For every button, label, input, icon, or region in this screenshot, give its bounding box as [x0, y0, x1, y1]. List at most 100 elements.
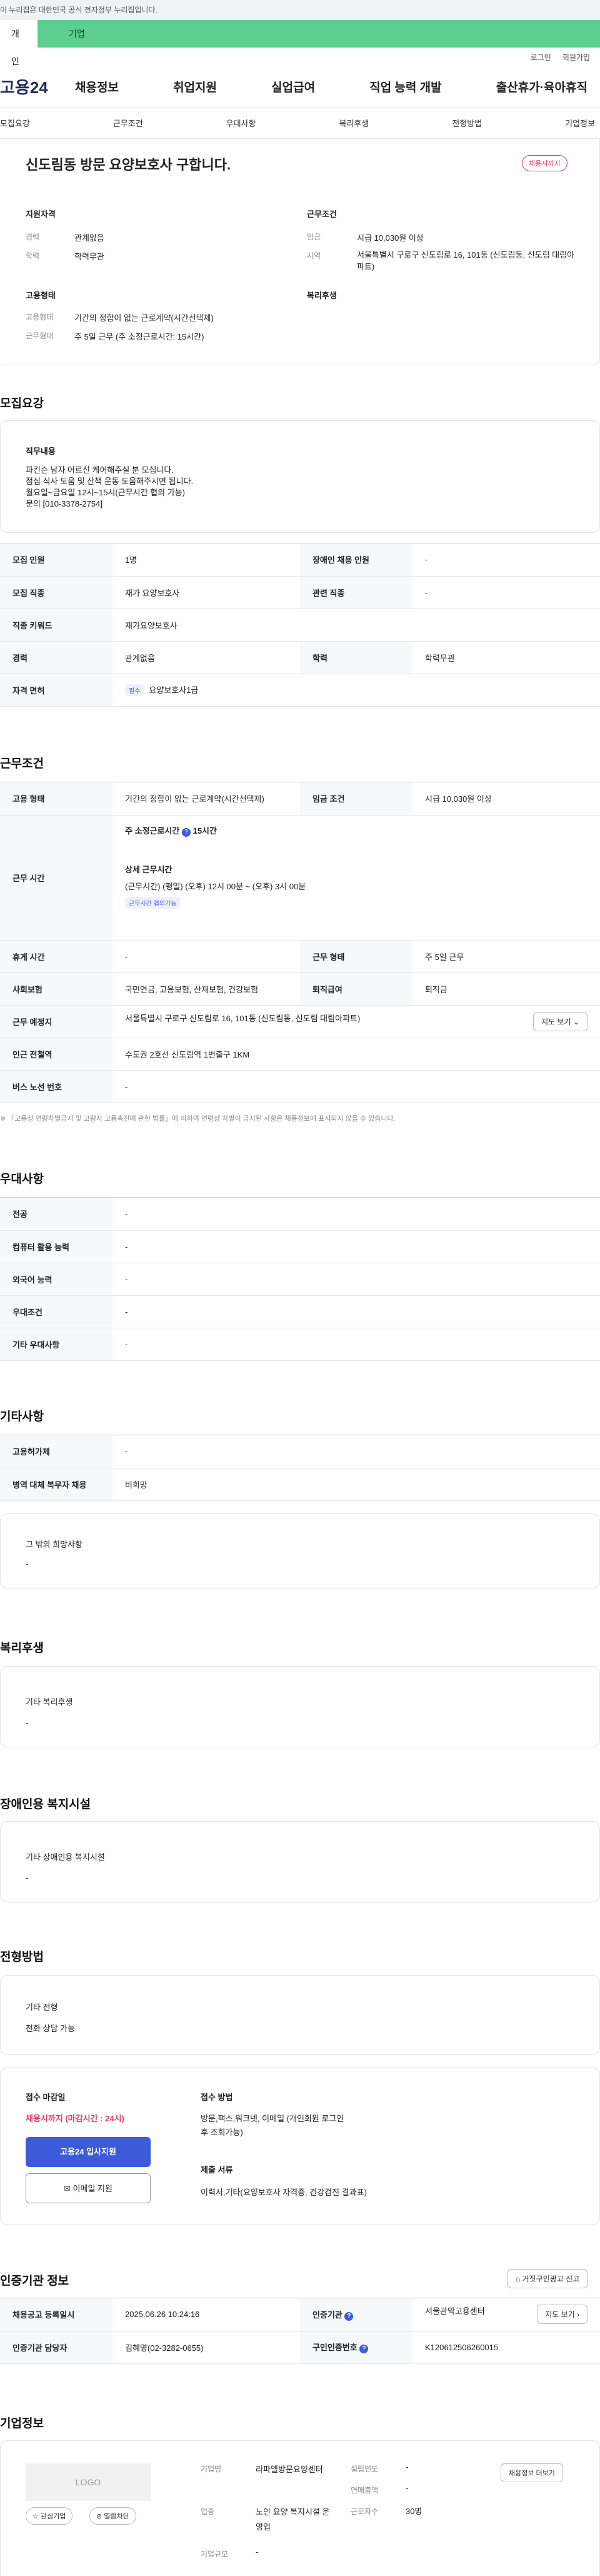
pref-title: 우대사항 — [0, 1173, 44, 1186]
company-title: 기업정보 — [0, 2417, 44, 2430]
tab-personal[interactable]: 개인 — [0, 20, 38, 66]
cell-label: 학력 — [300, 641, 412, 674]
chevron-down-icon: ⌄ — [572, 1017, 579, 1026]
cell-value: 시급 10,030원 이상 — [412, 782, 600, 816]
subnav-company[interactable]: 기업정보 — [565, 117, 595, 129]
age-note: ※ 『고용상 연령차별금지 및 고령자 고용촉진에 관한 법률』에 의하여 연령… — [0, 1115, 396, 1123]
subnav-preferences[interactable]: 우대사항 — [226, 117, 256, 129]
sales-label: 연매출액 — [351, 2486, 379, 2495]
welfare-box-title: 기타 복리후생 — [26, 1697, 73, 1707]
cell-label: 전공 — [0, 1198, 112, 1231]
job-title: 신도림동 방문 요양보호사 구합니다. — [26, 157, 231, 173]
cell-label: 모집 직종 — [0, 576, 112, 609]
cell-value: - — [412, 543, 600, 577]
signup-link[interactable]: 회원가입 — [562, 52, 590, 63]
cell-label: 인근 전철역 — [0, 1038, 112, 1071]
selection-title: 전형방법 — [0, 1951, 44, 1964]
main-menu: 채용정보 취업지원 실업급여 직업 능력 개발 출산휴가·육아휴직 — [75, 78, 600, 95]
sales-value: - — [406, 2483, 409, 2493]
table-row: 고용허가제 - — [0, 1435, 600, 1468]
method-value: 방문,팩스,워크넷, 이메일 (개인회원 로그인 후 조회가능) — [201, 2114, 344, 2137]
cell-label: 사회보험 — [0, 972, 112, 1006]
block-button[interactable]: ⊘ 열람차단 — [89, 2507, 136, 2525]
table-row: 외국어 능력 - — [0, 1263, 600, 1296]
cell-value: - — [112, 1070, 600, 1103]
cell-value: 재가 요양보호사 — [112, 576, 300, 609]
agency-table: 채용공고 등록일시 2025.06.26 10:24:16 인증기관 ? 서울관… — [0, 2298, 600, 2364]
cell-label: 근무 시간 — [0, 815, 112, 941]
hours-chip: 근무시간 협의가능 — [125, 896, 181, 909]
cell-label: 모집 인원 — [0, 543, 112, 577]
apply-button-label: 고용24 입사지원 — [60, 2147, 116, 2156]
agency-map-button[interactable]: 지도 보기 › — [537, 2305, 588, 2325]
subnav-selection[interactable]: 전형방법 — [452, 117, 482, 129]
table-row: 자격 면허 필수 요양보호사1급 — [0, 674, 600, 707]
table-row: 직종 키워드 재가요양보호사 — [0, 609, 600, 642]
table-row: 채용공고 등록일시 2025.06.26 10:24:16 인증기관 ? 서울관… — [0, 2298, 600, 2331]
block-button-label: 열람차단 — [104, 2513, 129, 2520]
login-link[interactable]: 로그인 — [531, 52, 551, 63]
cell-value: - — [112, 1295, 600, 1328]
cell-value: 서울관악고용센터 지도 보기 › — [412, 2298, 600, 2331]
subnav-welfare[interactable]: 복리후생 — [339, 117, 369, 129]
site-logo[interactable]: 고용24 — [0, 75, 75, 98]
table-row: 근무 시간 주 소정근로시간 ? 15시간 상세 근무시간 (근무시간) (평일… — [0, 815, 600, 941]
cell-value: - — [112, 1328, 600, 1361]
gov-banner: 이 누리집은 대한민국 공식 전자정부 누리집입니다. — [0, 0, 600, 20]
menu-unemployment[interactable]: 실업급여 — [271, 78, 315, 95]
emp-label: 근로자수 — [351, 2507, 379, 2516]
table-row: 근무 예정지 서울특별시 구로구 신도림로 16, 101동 (신도림동, 신도… — [0, 1005, 600, 1038]
menu-training[interactable]: 직업 능력 개발 — [369, 78, 441, 95]
cell-label: 구인인증번호 ? — [300, 2331, 412, 2364]
docs-title: 제출 서류 — [201, 2165, 233, 2174]
work-label: 근무형태 — [26, 331, 54, 340]
emptype-label: 고용형태 — [26, 313, 54, 321]
work-title: 근무조건 — [0, 757, 44, 770]
job-desc-title: 직무내용 — [26, 447, 56, 456]
emp-value: 30명 — [406, 2507, 422, 2516]
work-table: 고용 형태 기간의 정함이 없는 근로계약(시간선택제) 임금 조건 시급 10… — [0, 782, 600, 1103]
apply-button[interactable]: 고용24 입사지원 — [26, 2137, 151, 2167]
table-row: 고용 형태 기간의 정함이 없는 근로계약(시간선택제) 임금 조건 시급 10… — [0, 782, 600, 816]
est-label: 설립연도 — [351, 2465, 379, 2473]
menu-parental-leave[interactable]: 출산휴가·육아휴직 — [496, 78, 588, 95]
company-jobs-button[interactable]: 채용정보 더보기 — [501, 2463, 563, 2482]
disabled-box-value: - — [26, 1873, 29, 1882]
cell-value: 기간의 정함이 없는 근로계약(시간선택제) — [112, 782, 300, 816]
tab-corporate[interactable]: 기업 — [38, 20, 600, 48]
pref-table: 전공 - 컴퓨터 활용 능력 - 외국어 능력 - 우대조건 - 기타 우대사항 - — [0, 1197, 600, 1361]
cell-value: - — [112, 1230, 600, 1263]
name-label: 기업명 — [201, 2465, 222, 2473]
map-button[interactable]: 지도 보기 ⌄ — [533, 1011, 588, 1031]
disabled-card: 기타 장애인용 복지시설 - — [0, 1821, 600, 1902]
table-row: 기타 우대사항 - — [0, 1328, 600, 1361]
table-row: 전공 - — [0, 1198, 600, 1231]
wage-label: 임금 — [307, 233, 321, 241]
cell-label: 휴게 시간 — [0, 940, 112, 973]
etc-table: 고용허가제 - 병역 대체 복무자 채용 비희망 — [0, 1435, 600, 1501]
email-apply-button[interactable]: ✉ 이메일 지원 — [26, 2173, 151, 2203]
table-row: 모집 직종 재가 요양보호사 관련 직종 - — [0, 576, 600, 609]
name-value: 라파엘방문요양센터 — [256, 2465, 323, 2474]
favorite-button[interactable]: ☆ 관심기업 — [26, 2507, 73, 2525]
welfare-title: 복리후생 — [307, 291, 337, 300]
no-label: 구인인증번호 — [312, 2343, 358, 2352]
menu-employment-support[interactable]: 취업지원 — [173, 78, 217, 95]
cell-label: 직종 키워드 — [0, 609, 112, 642]
subnav-recruit[interactable]: 모집요강 — [0, 117, 30, 129]
other-card: 그 밖의 희망사항 - — [0, 1513, 600, 1589]
menu-jobs[interactable]: 채용정보 — [75, 78, 119, 95]
career-label: 경력 — [26, 233, 40, 241]
company-jobs-label: 채용정보 더보기 — [509, 2470, 555, 2477]
cell-label: 자격 면허 — [0, 674, 112, 707]
info-icon[interactable]: ? — [181, 827, 191, 837]
report-button[interactable]: ⌂ 거짓구인광고 신고 — [508, 2269, 588, 2288]
cell-value: - — [112, 1435, 600, 1468]
cell-label: 컴퓨터 활용 능력 — [0, 1230, 112, 1263]
info-icon[interactable]: ? — [359, 2345, 369, 2353]
subnav-conditions[interactable]: 근무조건 — [113, 117, 143, 129]
hours-detail-title: 상세 근무시간 — [125, 864, 172, 874]
welfare-card: 기타 복리후생 - — [0, 1666, 600, 1747]
info-icon[interactable]: ? — [344, 2311, 354, 2321]
hours-detail-value: (근무시간) (평일) (오후) 12시 00분 ~ (오후) 3시 00분 — [125, 881, 306, 891]
